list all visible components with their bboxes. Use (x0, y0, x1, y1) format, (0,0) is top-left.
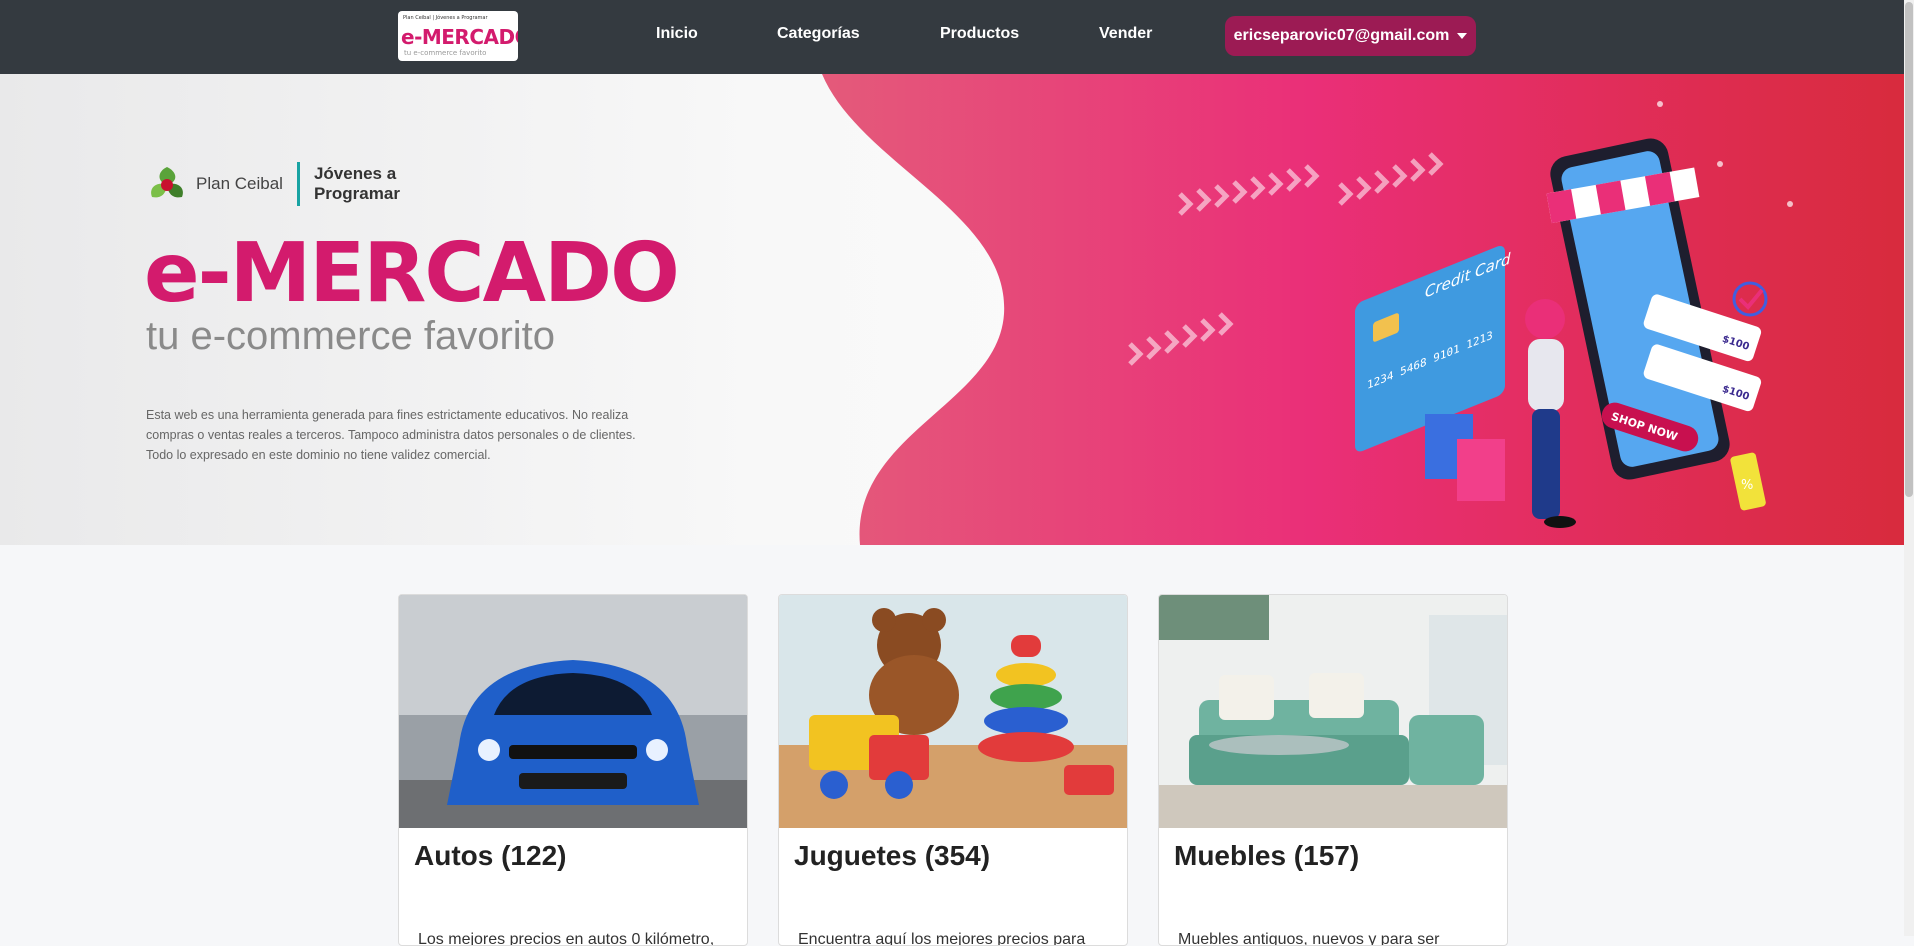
category-card-juguetes[interactable]: Juguetes (354) Encuentra aquí los mejore… (778, 594, 1128, 946)
nav-link-categorias[interactable]: Categorías (777, 25, 860, 43)
juguetes-image (779, 595, 1127, 828)
category-card-muebles[interactable]: Muebles (157) Muebles antiguos, nuevos y… (1158, 594, 1508, 946)
navbar: Plan Ceibal | Jóvenes a Programar e-MERC… (0, 0, 1904, 74)
logo-tagline: tu e-commerce favorito (404, 49, 487, 57)
page-scrollbar[interactable] (1904, 0, 1914, 936)
hero-disclaimer: Esta web es una herramienta generada par… (146, 407, 636, 462)
category-card-autos[interactable]: Autos (122) Los mejores precios en autos… (398, 594, 748, 946)
discount-tag: % (1741, 478, 1753, 493)
muebles-image (1159, 595, 1507, 828)
scrollbar-thumb[interactable] (1905, 2, 1913, 497)
autos-image (399, 595, 747, 828)
logo-title: e-MERCADO (401, 25, 518, 49)
category-title-juguetes: Juguetes (354) (794, 840, 991, 871)
nav-link-vender[interactable]: Vender (1099, 25, 1152, 43)
org-name: Plan Ceibal (196, 174, 283, 193)
plan-ceibal-logo: Plan Ceibal Jóvenes a Programar (146, 162, 424, 206)
nav-link-inicio[interactable]: Inicio (656, 25, 698, 43)
user-email: ericseparovic07@gmail.com (1233, 27, 1450, 44)
category-title-autos: Autos (122) (414, 840, 567, 871)
program-name: Jóvenes a Programar (313, 164, 400, 203)
logo-divider (296, 162, 300, 206)
hero-title: e-MERCADO (144, 226, 680, 321)
category-description-juguetes: Encuentra aquí los mejores precios para (798, 931, 1086, 946)
category-description-autos: Los mejores precios en autos 0 kilómetro… (418, 931, 715, 946)
nav-link-productos[interactable]: Productos (940, 25, 1019, 43)
check-icon (1732, 281, 1768, 317)
category-title-muebles: Muebles (157) (1174, 840, 1360, 871)
category-description-muebles: Muebles antiguos, nuevos y para ser (1178, 931, 1440, 946)
brand-logo[interactable]: Plan Ceibal | Jóvenes a Programar e-MERC… (398, 11, 518, 61)
shopping-illustration: Credit Card 1234 5468 9101 1213 $100 $10… (1128, 101, 1793, 528)
logo-top-text: Plan Ceibal | Jóvenes a Programar (403, 15, 488, 21)
ceibal-leaf-icon (151, 167, 183, 198)
user-menu-button[interactable]: ericseparovic07@gmail.com (1225, 16, 1476, 56)
hero-subtitle: tu e-commerce favorito (146, 314, 556, 358)
hero-banner: Plan Ceibal Jóvenes a Programar e-MERCAD… (0, 74, 1904, 545)
caret-down-icon (1457, 33, 1468, 39)
